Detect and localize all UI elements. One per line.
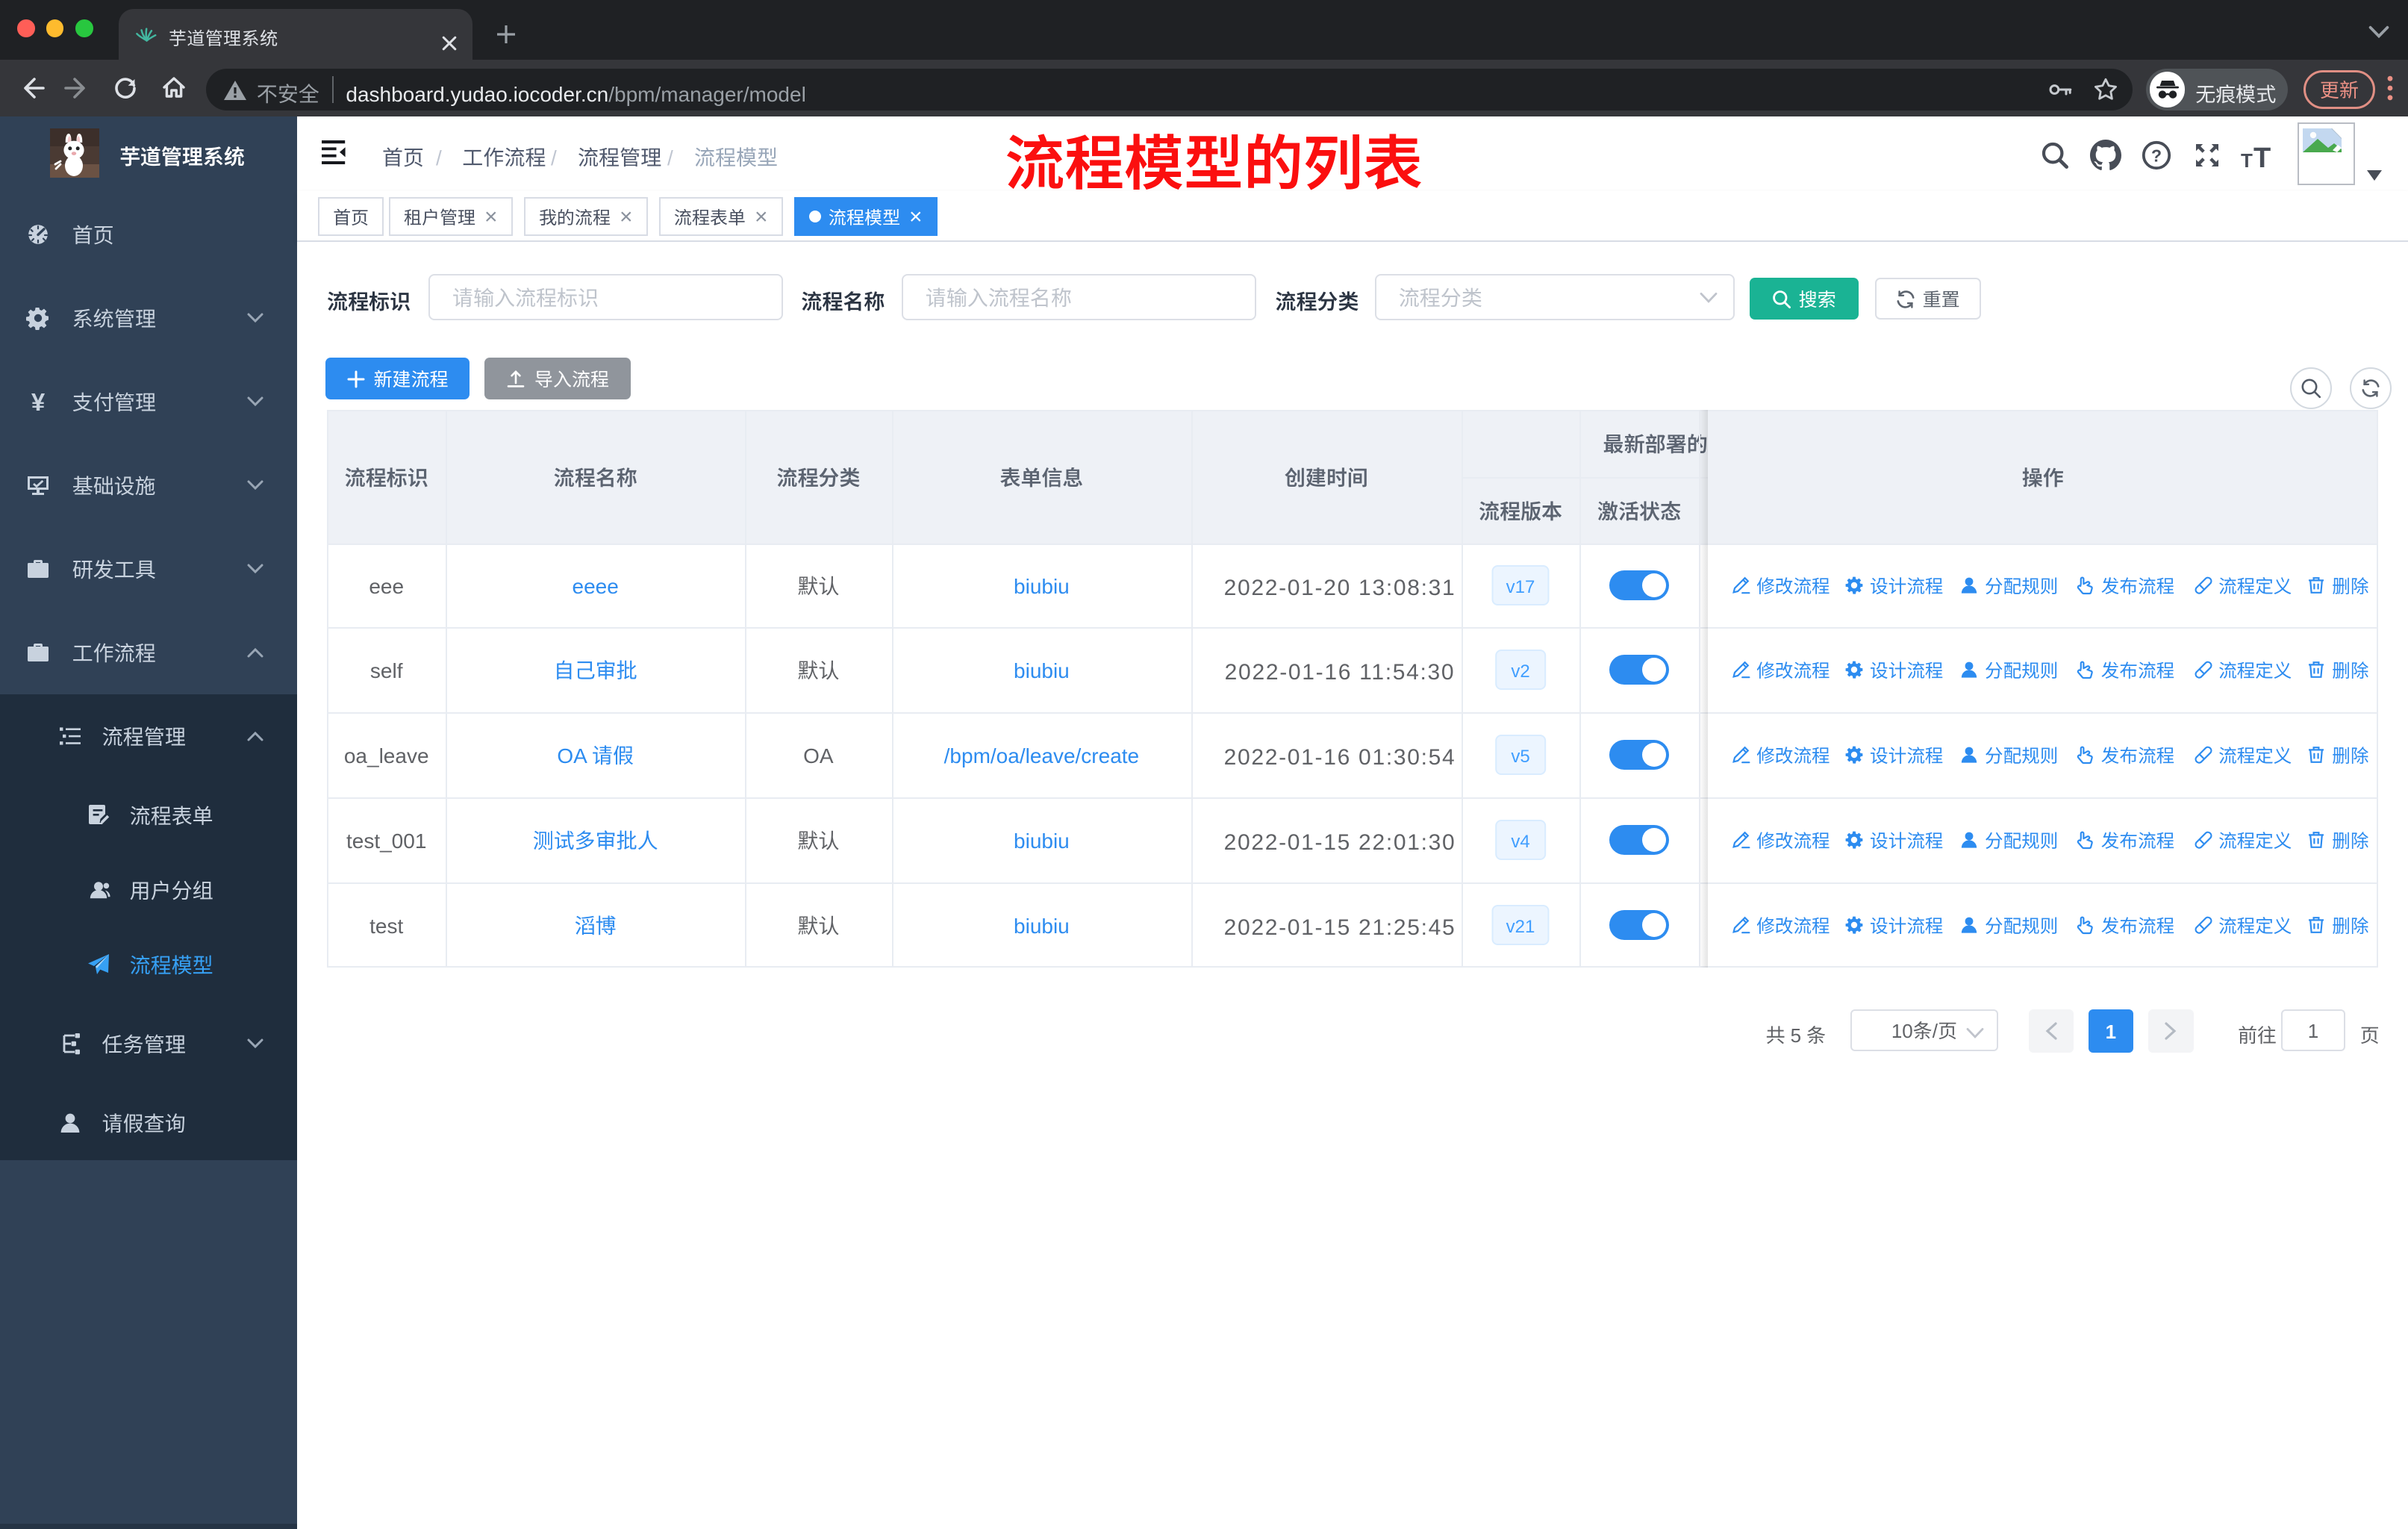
svg-text:T: T bbox=[2253, 143, 2271, 169]
svg-text:T: T bbox=[2241, 149, 2253, 169]
svg-text:¥: ¥ bbox=[31, 390, 46, 414]
svg-text:?: ? bbox=[2151, 146, 2162, 166]
